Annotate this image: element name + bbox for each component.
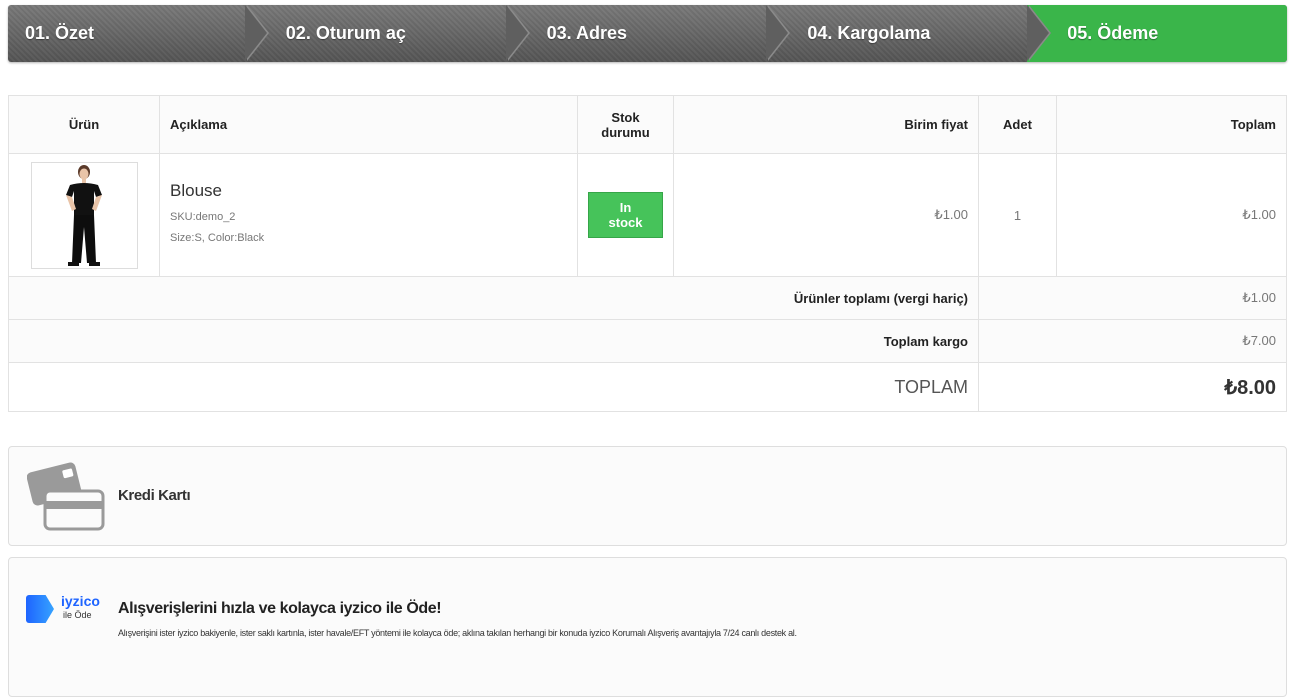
iyzico-logo-sub: ile Öde bbox=[63, 610, 92, 620]
product-description-cell: Blouse SKU:demo_2 Size:S, Color:Black bbox=[159, 153, 578, 277]
grand-total-row: TOPLAM ₺8.00 bbox=[8, 362, 1287, 412]
iyzico-logo: iyzico ile Öde bbox=[26, 593, 106, 625]
iyzico-mark-icon bbox=[26, 595, 54, 623]
product-name-link[interactable]: Blouse bbox=[170, 181, 567, 201]
status-badge: In stock bbox=[588, 192, 663, 238]
product-attributes[interactable]: Size:S, Color:Black bbox=[170, 228, 567, 249]
products-total-label: Ürünler toplamı (vergi hariç) bbox=[8, 276, 979, 320]
grand-total-label: TOPLAM bbox=[8, 362, 979, 412]
step-address[interactable]: 03. Adres bbox=[505, 5, 791, 62]
iyzico-description: Alışverişini ister iyzico bakiyenle, ist… bbox=[118, 628, 797, 638]
grand-total-value: ₺8.00 bbox=[978, 362, 1287, 412]
step-shipping[interactable]: 04. Kargolama bbox=[766, 5, 1051, 62]
product-sku: SKU:demo_2 bbox=[170, 211, 236, 223]
shipping-total-value: ₺7.00 bbox=[978, 319, 1287, 363]
stock-cell: In stock bbox=[577, 153, 674, 277]
quantity-cell: 1 bbox=[978, 153, 1057, 277]
checkout-steps: 01. Özet 02. Oturum aç 03. Adres 04. Kar… bbox=[8, 5, 1287, 62]
header-qty: Adet bbox=[978, 95, 1057, 154]
credit-card-label: Kredi Kartı bbox=[118, 487, 191, 504]
table-row: Blouse SKU:demo_2 Size:S, Color:Black In… bbox=[8, 153, 1287, 277]
product-photo-icon bbox=[66, 165, 102, 266]
product-image-cell bbox=[8, 153, 160, 277]
products-total-row: Ürünler toplamı (vergi hariç) ₺1.00 bbox=[8, 276, 1287, 320]
header-description: Açıklama bbox=[159, 95, 578, 154]
header-total: Toplam bbox=[1056, 95, 1287, 154]
pay-with-iyzico-option[interactable]: iyzico ile Öde Alışverişlerini hızla ve … bbox=[8, 557, 1287, 697]
step-login[interactable]: 02. Oturum aç bbox=[244, 5, 530, 62]
iyzico-title: Alışverişlerini hızla ve kolayca iyzico … bbox=[118, 600, 442, 617]
shipping-total-row: Toplam kargo ₺7.00 bbox=[8, 319, 1287, 363]
header-unit-price: Birim fiyat bbox=[673, 95, 979, 154]
product-thumbnail[interactable] bbox=[30, 161, 138, 269]
header-stock: Stok durumu bbox=[577, 95, 674, 154]
shipping-total-label: Toplam kargo bbox=[8, 319, 979, 363]
cart-summary-table: Ürün Açıklama Stok durumu Birim fiyat Ad… bbox=[8, 95, 1287, 412]
step-payment: 05. Ödeme bbox=[1027, 5, 1287, 62]
credit-card-icon bbox=[27, 462, 105, 531]
products-total-value: ₺1.00 bbox=[978, 276, 1287, 320]
pay-by-credit-card-option[interactable]: Kredi Kartı bbox=[8, 446, 1287, 546]
iyzico-logo-word: iyzico bbox=[61, 593, 100, 609]
unit-price-cell: ₺1.00 bbox=[673, 153, 979, 277]
table-header-row: Ürün Açıklama Stok durumu Birim fiyat Ad… bbox=[8, 95, 1287, 154]
line-total-cell: ₺1.00 bbox=[1056, 153, 1287, 277]
header-product: Ürün bbox=[8, 95, 160, 154]
step-summary[interactable]: 01. Özet bbox=[8, 5, 269, 62]
